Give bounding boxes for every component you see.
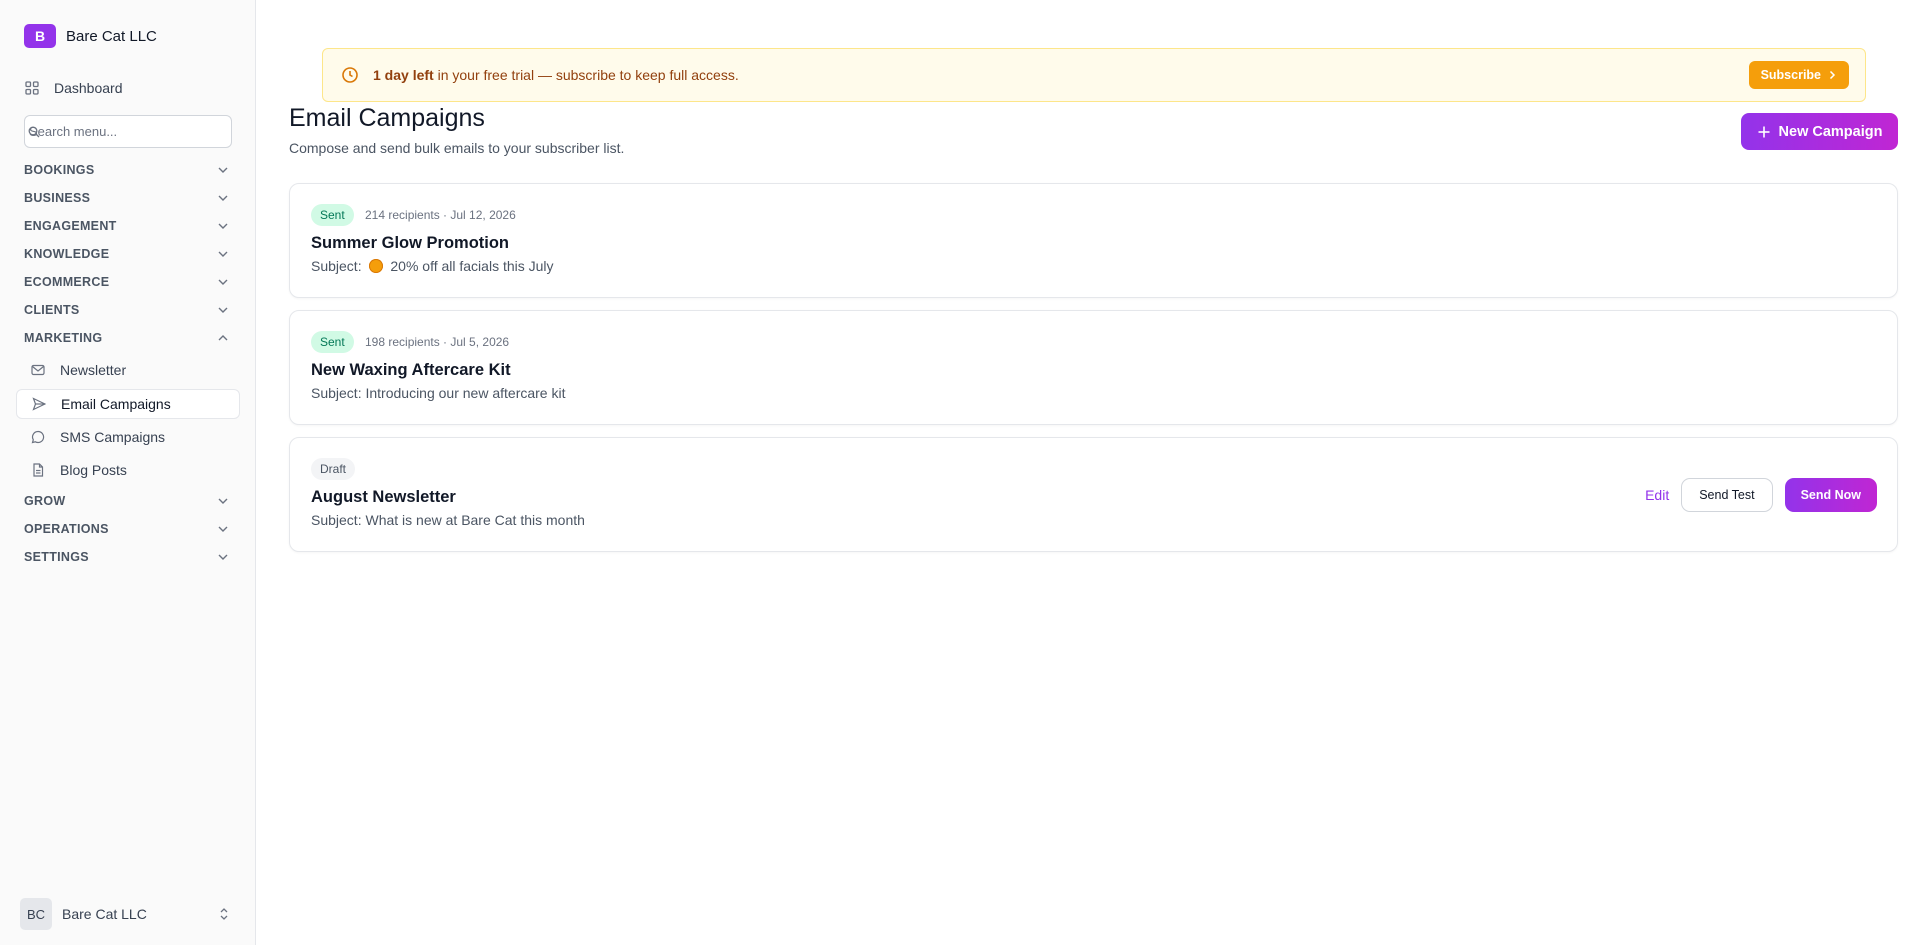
- section-label: OPERATIONS: [24, 522, 109, 536]
- subject-text: 20% off all facials this July: [390, 258, 554, 274]
- chevron-down-icon: [216, 522, 230, 536]
- chevron-down-icon: [216, 219, 230, 233]
- section-ecommerce[interactable]: ECOMMERCE: [24, 272, 232, 292]
- sidebar-item-label: Blog Posts: [60, 462, 127, 478]
- trial-text: in your free trial — subscribe to keep f…: [433, 67, 739, 83]
- grid-icon: [24, 80, 40, 96]
- section-label: GROW: [24, 494, 66, 508]
- sidebar-item-sms-campaigns[interactable]: SMS Campaigns: [16, 422, 240, 452]
- chevrons-up-down-icon: [216, 906, 232, 922]
- section-label: SETTINGS: [24, 550, 89, 564]
- campaign-meta: 214 recipients · Jul 12, 2026: [365, 208, 516, 222]
- mail-icon: [30, 362, 46, 378]
- chevron-down-icon: [216, 550, 230, 564]
- subscribe-label: Subscribe: [1760, 68, 1821, 82]
- section-bookings[interactable]: BOOKINGS: [24, 160, 232, 180]
- plus-icon: [1757, 125, 1771, 139]
- account-switcher[interactable]: BC Bare Cat LLC: [20, 898, 232, 930]
- section-marketing[interactable]: MARKETING: [24, 328, 232, 348]
- send-now-button[interactable]: Send Now: [1784, 478, 1877, 512]
- subject-label: Subject:: [311, 258, 362, 274]
- section-knowledge[interactable]: KNOWLEDGE: [24, 244, 232, 264]
- section-label: MARKETING: [24, 331, 103, 345]
- search-icon: [28, 126, 40, 138]
- account-name: Bare Cat LLC: [62, 906, 147, 922]
- section-engagement[interactable]: ENGAGEMENT: [24, 216, 232, 236]
- page-subtitle: Compose and send bulk emails to your sub…: [289, 140, 625, 156]
- status-badge: Sent: [311, 204, 354, 226]
- new-campaign-label: New Campaign: [1778, 123, 1883, 140]
- chevron-down-icon: [216, 303, 230, 317]
- sidebar-item-label: Email Campaigns: [61, 396, 171, 412]
- chevron-right-icon: [1827, 70, 1837, 80]
- section-label: ECOMMERCE: [24, 275, 110, 289]
- send-test-button[interactable]: Send Test: [1681, 478, 1773, 512]
- sidebar-item-newsletter[interactable]: Newsletter: [16, 355, 240, 385]
- trial-days-left: 1 day left: [373, 67, 434, 83]
- clock-icon: [341, 66, 359, 84]
- search-input[interactable]: [27, 124, 217, 139]
- section-label: CLIENTS: [24, 303, 80, 317]
- section-business[interactable]: BUSINESS: [24, 188, 232, 208]
- campaign-card[interactable]: Sent 214 recipients · Jul 12, 2026 Summe…: [289, 183, 1898, 298]
- chevron-down-icon: [216, 494, 230, 508]
- message-circle-icon: [30, 429, 46, 445]
- section-clients[interactable]: CLIENTS: [24, 300, 232, 320]
- brand[interactable]: B Bare Cat LLC: [24, 24, 157, 48]
- brand-name: Bare Cat LLC: [66, 27, 157, 45]
- trial-message: 1 day left in your free trial — subscrib…: [373, 67, 1749, 83]
- section-label: ENGAGEMENT: [24, 219, 117, 233]
- campaign-title: August Newsletter: [311, 488, 456, 506]
- search-box: [24, 115, 232, 148]
- campaign-meta: 198 recipients · Jul 5, 2026: [365, 335, 510, 349]
- subject-text: Introducing our new aftercare kit: [365, 385, 566, 401]
- campaign-subject: Subject: What is new at Bare Cat this mo…: [311, 512, 585, 528]
- subject-label: Subject:: [311, 512, 362, 528]
- sidebar-item-label: SMS Campaigns: [60, 429, 166, 445]
- trial-banner: 1 day left in your free trial — subscrib…: [322, 48, 1866, 102]
- new-campaign-button[interactable]: New Campaign: [1741, 113, 1898, 150]
- brand-logo: B: [24, 24, 56, 48]
- subscribe-button[interactable]: Subscribe: [1748, 61, 1849, 89]
- sidebar: B Bare Cat LLC Dashboard BOOKINGS BUSINE…: [0, 0, 256, 945]
- section-grow[interactable]: GROW: [24, 491, 232, 511]
- sidebar-item-dashboard[interactable]: Dashboard: [24, 80, 123, 96]
- section-operations[interactable]: OPERATIONS: [24, 519, 232, 539]
- section-label: BOOKINGS: [24, 163, 95, 177]
- campaign-title: New Waxing Aftercare Kit: [311, 361, 511, 379]
- campaign-subject: Subject: Introducing our new aftercare k…: [311, 385, 565, 401]
- chevron-down-icon: [216, 275, 230, 289]
- campaign-card[interactable]: Draft August Newsletter Subject: What is…: [289, 437, 1898, 552]
- status-badge: Sent: [311, 331, 354, 353]
- subject-label: Subject:: [311, 385, 362, 401]
- section-label: BUSINESS: [24, 191, 91, 205]
- chevron-down-icon: [216, 163, 230, 177]
- sidebar-item-blog-posts[interactable]: Blog Posts: [16, 455, 240, 485]
- sidebar-item-label: Newsletter: [60, 362, 127, 378]
- campaign-subject: Subject: 20% off all facials this July: [311, 258, 554, 274]
- chevron-down-icon: [216, 247, 230, 261]
- chevron-up-icon: [216, 331, 230, 345]
- status-badge: Draft: [311, 458, 356, 480]
- avatar: BC: [20, 898, 52, 930]
- page-title: Email Campaigns: [289, 104, 485, 132]
- sun-emoji-icon: [369, 259, 384, 273]
- chevron-down-icon: [216, 191, 230, 205]
- file-text-icon: [30, 462, 46, 478]
- sidebar-item-email-campaigns[interactable]: Email Campaigns: [16, 389, 240, 419]
- campaign-card[interactable]: Sent 198 recipients · Jul 5, 2026 New Wa…: [289, 310, 1898, 425]
- campaign-title: Summer Glow Promotion: [311, 234, 510, 252]
- edit-button[interactable]: Edit: [1645, 487, 1669, 503]
- send-icon: [31, 396, 47, 412]
- sidebar-item-label: Dashboard: [54, 80, 123, 96]
- subject-text: What is new at Bare Cat this month: [365, 512, 585, 528]
- section-settings[interactable]: SETTINGS: [24, 547, 232, 567]
- campaign-actions: Edit Send Test Send Now: [1645, 478, 1877, 512]
- section-label: KNOWLEDGE: [24, 247, 110, 261]
